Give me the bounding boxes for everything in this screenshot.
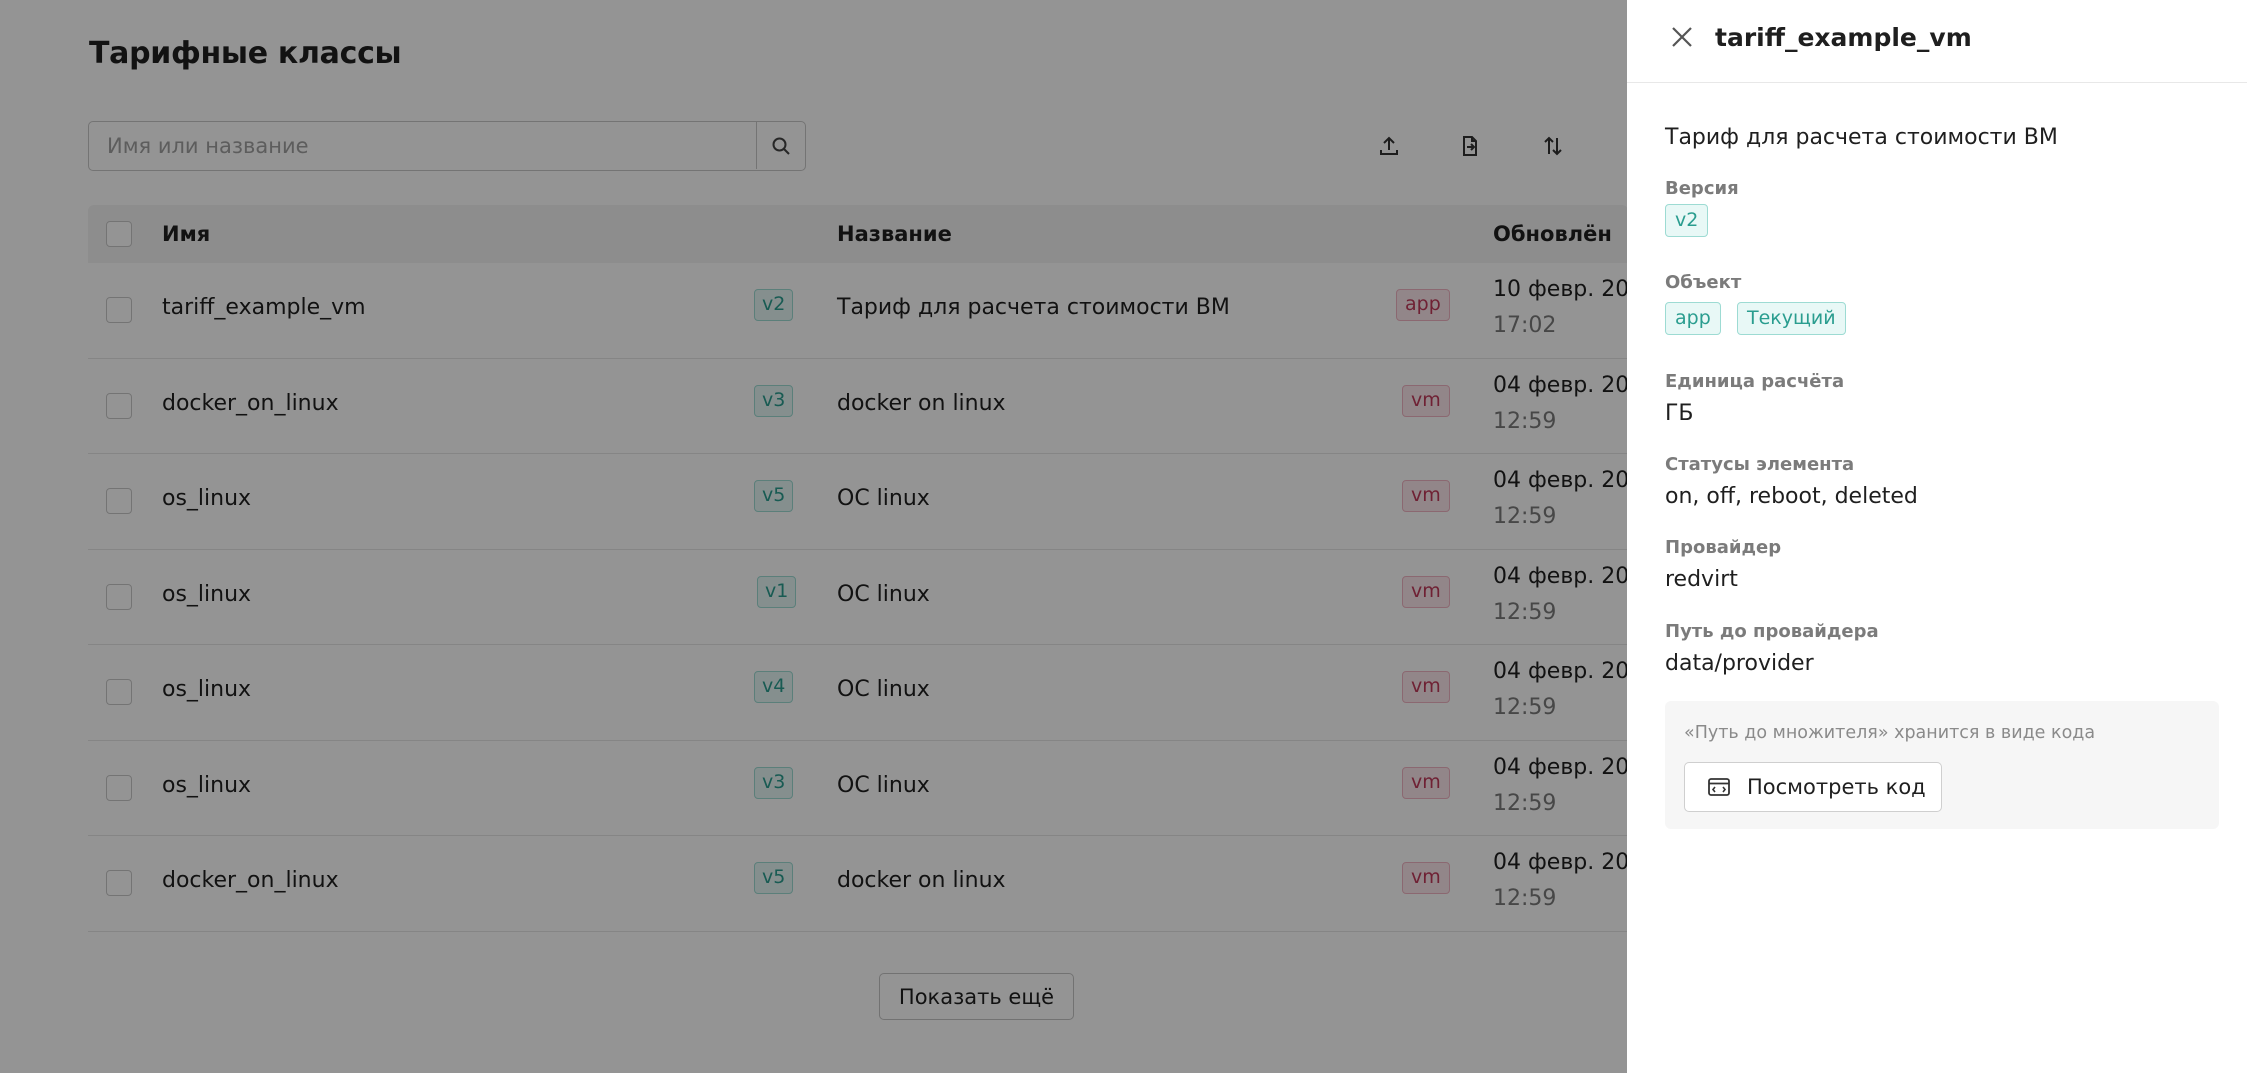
view-code-label: Посмотреть код <box>1747 775 1926 799</box>
close-button[interactable] <box>1667 22 1697 52</box>
provider-path-value: data/provider <box>1665 651 1814 676</box>
details-drawer: tariff_example_vm Тариф для расчета стои… <box>1627 0 2247 1073</box>
code-hint: «Путь до множителя» хранится в виде кода <box>1684 723 2096 743</box>
version-badge: v2 <box>1665 204 1709 237</box>
drawer-header: tariff_example_vm <box>1627 0 2247 83</box>
object-badge: app <box>1665 302 1721 335</box>
tariff-description: Тариф для расчета стоимости ВМ <box>1665 125 2058 150</box>
close-icon <box>1672 27 1692 47</box>
drawer-title: tariff_example_vm <box>1715 23 1972 52</box>
statuses-label: Статусы элемента <box>1665 454 1855 475</box>
provider-label: Провайдер <box>1665 537 1782 558</box>
provider-path-label: Путь до провайдера <box>1665 621 1879 642</box>
provider-value: redvirt <box>1665 567 1738 592</box>
unit-label: Единица расчёта <box>1665 371 1845 392</box>
version-label: Версия <box>1665 178 1739 199</box>
modal-overlay[interactable] <box>0 0 1627 1073</box>
unit-value: ГБ <box>1665 401 1694 426</box>
object-status-badge: Текущий <box>1737 302 1846 335</box>
code-icon <box>1707 777 1733 797</box>
code-section: «Путь до множителя» хранится в виде кода… <box>1665 701 2219 829</box>
statuses-value: on, off, reboot, deleted <box>1665 484 1918 509</box>
object-label: Объект <box>1665 272 1742 293</box>
view-code-button[interactable]: Посмотреть код <box>1684 762 1942 812</box>
